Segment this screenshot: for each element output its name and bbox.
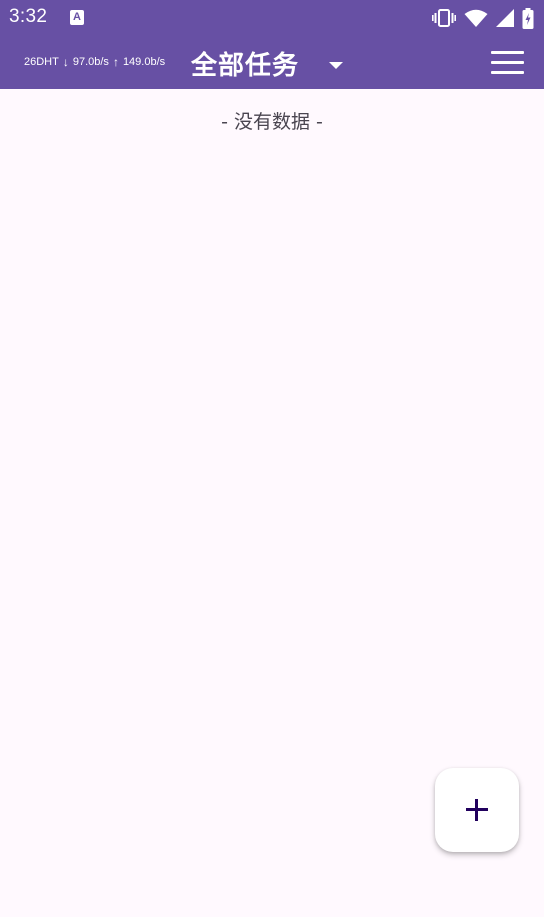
status-time: 3:32 [9, 6, 48, 27]
status-icons [432, 7, 534, 29]
page-title: 全部任务 [191, 51, 300, 81]
download-speed: 97.0b/s [72, 56, 109, 68]
dht-count: 26DHT [24, 56, 59, 68]
menu-icon-line [491, 61, 524, 64]
notification-icon: A [70, 10, 84, 25]
add-icon-vertical [475, 799, 478, 821]
upload-arrow-icon: ↑ [112, 54, 119, 69]
menu-icon [491, 51, 524, 54]
add-task-button[interactable] [435, 768, 519, 852]
vibrate-icon [432, 9, 456, 27]
task-filter-dropdown[interactable]: 全部任务 [191, 45, 344, 82]
status-bar: 3:32 A [0, 0, 544, 36]
signal-icon [496, 9, 514, 27]
speed-info: 26DHT ↓ 97.0b/s ↑ 149.0b/s [24, 54, 166, 69]
wifi-icon [464, 9, 488, 27]
battery-icon [522, 7, 534, 29]
upload-speed: 149.0b/s [122, 56, 166, 68]
empty-state-text: - 没有数据 - [221, 111, 323, 133]
dropdown-icon [329, 62, 344, 69]
menu-button[interactable] [491, 51, 524, 75]
download-arrow-icon: ↓ [62, 54, 69, 69]
menu-icon-line [491, 71, 524, 74]
app-bar: 26DHT ↓ 97.0b/s ↑ 149.0b/s 全部任务 [0, 36, 544, 89]
